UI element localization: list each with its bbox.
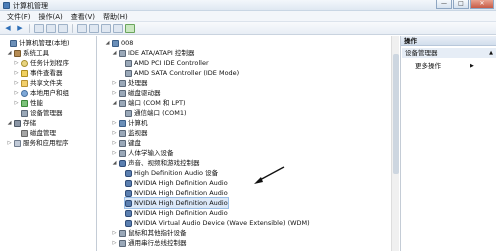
- disable-icon[interactable]: [113, 23, 123, 33]
- collapse-toggle[interactable]: ◢: [7, 48, 12, 58]
- event-viewer-icon: [21, 69, 28, 77]
- actions-section-device-manager[interactable]: 设备管理器 ▲: [402, 48, 496, 58]
- tree-item-storage[interactable]: ◢ 存储: [7, 118, 36, 128]
- title-bar: 计算机管理 — □ ✕: [0, 0, 496, 11]
- uninstall-icon[interactable]: [101, 23, 111, 33]
- toolbar-separator: [72, 23, 73, 33]
- tools-icon: [14, 49, 21, 57]
- chevron-up-icon[interactable]: ▲: [489, 48, 493, 58]
- tree-item-shared-folders[interactable]: ▷ 共享文件夹: [14, 78, 63, 88]
- tree-item-label: 存储: [23, 119, 36, 127]
- performance-icon: [21, 99, 28, 107]
- enable-icon[interactable]: [125, 23, 135, 33]
- window-controls: — □ ✕: [436, 0, 494, 9]
- menu-bar: 文件(F) 操作(A) 查看(V) 帮助(H): [0, 11, 496, 22]
- more-actions-label: 更多操作: [415, 62, 441, 70]
- annotation-arrow-icon: [254, 166, 285, 184]
- clock-icon: [21, 59, 28, 67]
- close-button[interactable]: ✕: [470, 0, 494, 9]
- menu-file[interactable]: 文件(F): [3, 11, 35, 21]
- tree-item-label: 事件查看器: [30, 69, 63, 77]
- tree-item-label: 本地用户和组: [30, 89, 69, 97]
- tree-item-disk-management[interactable]: 磁盘管理: [14, 128, 56, 138]
- tree-item-label: 设备管理器: [30, 109, 63, 117]
- scroll-thumb[interactable]: [393, 54, 399, 174]
- console-tree-icon[interactable]: [34, 23, 44, 33]
- update-driver-icon[interactable]: [89, 23, 99, 33]
- tree-item-label: 计算机管理(本地): [19, 39, 70, 47]
- actions-section-label: 设备管理器: [405, 49, 438, 57]
- actions-header: 操作: [401, 36, 496, 46]
- computer-management-icon: [3, 2, 10, 9]
- disk-icon: [21, 129, 28, 137]
- tree-item-services-apps[interactable]: ▷ 服务和应用程序: [7, 138, 69, 148]
- minimize-button[interactable]: —: [436, 0, 452, 9]
- toolbar-separator: [29, 23, 30, 33]
- tree-item-label: 磁盘管理: [30, 129, 56, 137]
- tree-item-task-scheduler[interactable]: ▷ 任务计划程序: [14, 58, 69, 68]
- menu-view[interactable]: 查看(V): [67, 11, 99, 21]
- tree-item-event-viewer[interactable]: ▷ 事件查看器: [14, 68, 63, 78]
- tree-item-performance[interactable]: ▷ 性能: [14, 98, 43, 108]
- tree-item-system-tools[interactable]: ◢ 系统工具: [7, 48, 49, 58]
- forward-arrow-icon[interactable]: ▶: [15, 24, 25, 33]
- expand-toggle[interactable]: ▷: [14, 58, 19, 68]
- tree-item-label: 共享文件夹: [30, 79, 63, 87]
- vertical-scrollbar[interactable]: [391, 36, 399, 251]
- computer-icon: [10, 39, 17, 47]
- actions-pane: 操作 设备管理器 ▲ 更多操作 ▶: [400, 36, 496, 251]
- collapse-toggle[interactable]: ◢: [7, 118, 12, 128]
- tree-item-device-manager[interactable]: 设备管理器: [14, 108, 63, 118]
- expand-toggle[interactable]: ▷: [14, 78, 19, 88]
- tree-item-label: 任务计划程序: [30, 59, 69, 67]
- device-tree: ◢ 008 ◢ IDE ATA/ATAPI 控制器 AMD PCI IDE Co…: [98, 36, 399, 251]
- tree-item-local-users-groups[interactable]: ▷ 本地用户和组: [14, 88, 69, 98]
- expand-toggle[interactable]: ▷: [14, 68, 19, 78]
- help-icon[interactable]: [58, 23, 68, 33]
- services-icon: [14, 139, 21, 147]
- maximize-button[interactable]: □: [453, 0, 469, 9]
- expand-toggle[interactable]: ▷: [7, 138, 12, 148]
- tree-item-label: 性能: [30, 99, 43, 107]
- menu-action[interactable]: 操作(A): [35, 11, 67, 21]
- scan-hardware-icon[interactable]: [77, 23, 87, 33]
- users-icon: [21, 89, 28, 97]
- expand-toggle[interactable]: ▷: [14, 88, 19, 98]
- toolbar: ◀ ▶: [0, 22, 496, 35]
- window-title: 计算机管理: [13, 2, 48, 10]
- tree-item-label: 服务和应用程序: [23, 139, 69, 147]
- expand-toggle[interactable]: ▷: [14, 98, 19, 108]
- tree-item-label: 系统工具: [23, 49, 49, 57]
- chevron-right-icon: ▶: [470, 63, 474, 69]
- more-actions-link[interactable]: 更多操作 ▶: [415, 61, 474, 71]
- storage-icon: [14, 119, 21, 127]
- navigation-tree: 计算机管理(本地) ◢ 系统工具 ▷ 任务计划程序 ▷ 事件查看器 ▷ 共享文件…: [0, 36, 97, 251]
- device-manager-icon: [21, 109, 28, 117]
- properties-icon[interactable]: [46, 23, 56, 33]
- back-arrow-icon[interactable]: ◀: [3, 24, 13, 33]
- tree-item-computer-management[interactable]: 计算机管理(本地): [3, 38, 70, 48]
- shared-folder-icon: [21, 79, 28, 87]
- menu-help[interactable]: 帮助(H): [99, 11, 132, 21]
